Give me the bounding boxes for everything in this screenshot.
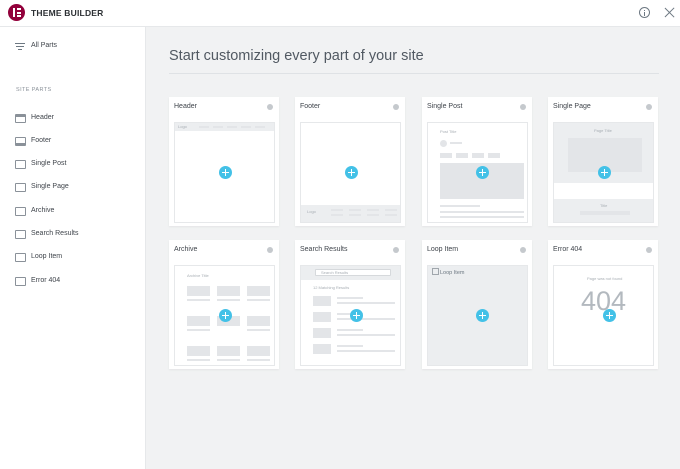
thumb-text: Search Results <box>321 270 349 275</box>
error-404-icon <box>15 277 26 286</box>
add-footer-icon[interactable] <box>345 166 358 179</box>
broken-image-icon: Loop Item <box>432 268 464 276</box>
card-title: Archive <box>174 246 198 253</box>
card-title: Single Page <box>553 103 591 110</box>
add-single-post-icon[interactable] <box>476 166 489 179</box>
top-bar: THEME BUILDER <box>0 0 680 27</box>
close-icon[interactable] <box>664 7 675 18</box>
sidebar-item-label: Archive <box>31 207 55 214</box>
add-header-icon[interactable] <box>219 166 232 179</box>
divider <box>169 73 659 74</box>
thumb-text: Post Title <box>440 129 457 134</box>
thumb-text: Logo <box>307 209 316 214</box>
sidebar-item-error-404[interactable]: Error 404 <box>0 273 146 291</box>
card-thumbnail: Archive Title <box>174 265 275 366</box>
info-dot-icon[interactable] <box>646 104 652 110</box>
sidebar-item-label: Loop Item <box>31 253 63 260</box>
card-title: Loop Item <box>427 246 459 253</box>
thumb-text: Page Title <box>594 128 612 133</box>
thumb-text: 12 Matching Results <box>313 285 350 290</box>
info-dot-icon[interactable] <box>267 247 273 253</box>
sidebar-item-footer[interactable]: Footer <box>0 133 146 151</box>
archive-icon <box>15 207 26 216</box>
header-template-icon <box>15 114 26 123</box>
add-loop-item-icon[interactable] <box>476 309 489 322</box>
sidebar-item-loop-item[interactable]: Loop Item <box>0 249 146 267</box>
card-thumbnail: Logo <box>300 122 401 223</box>
card-thumbnail: Page Title Title <box>553 122 654 223</box>
single-page-icon <box>15 183 26 192</box>
card-title: Search Results <box>300 246 348 253</box>
sidebar-item-label: All Parts <box>31 42 58 49</box>
sidebar-item-all-parts[interactable]: All Parts <box>0 38 146 56</box>
card-single-post[interactable]: Single Post Post Title <box>422 97 532 226</box>
sidebar-item-label: Single Page <box>31 183 69 190</box>
card-thumbnail: Page was not found 404 <box>553 265 654 366</box>
sidebar-item-label: Search Results <box>31 230 79 237</box>
card-thumbnail: Search Results 12 Matching Results <box>300 265 401 366</box>
section-label: SITE PARTS <box>16 87 52 93</box>
elementor-logo-icon <box>8 4 25 21</box>
sidebar-item-single-page[interactable]: Single Page <box>0 179 146 197</box>
sidebar-item-header[interactable]: Header <box>0 110 146 128</box>
sidebar-item-label: Error 404 <box>31 277 61 284</box>
info-dot-icon[interactable] <box>646 247 652 253</box>
sidebar-item-search-results[interactable]: Search Results <box>0 226 146 244</box>
info-dot-icon[interactable] <box>520 247 526 253</box>
single-post-icon <box>15 160 26 169</box>
card-search-results[interactable]: Search Results Search Results 12 Matchin… <box>295 240 405 369</box>
card-error-404[interactable]: Error 404 Page was not found 404 <box>548 240 658 369</box>
filter-icon <box>15 42 26 51</box>
app-title: THEME BUILDER <box>31 8 104 18</box>
card-title: Header <box>174 103 197 110</box>
card-title: Single Post <box>427 103 463 110</box>
add-search-results-icon[interactable] <box>350 309 363 322</box>
thumb-text: Title <box>600 203 608 208</box>
sidebar-item-label: Single Post <box>31 160 67 167</box>
info-dot-icon[interactable] <box>393 247 399 253</box>
thumb-text: Logo <box>178 124 187 129</box>
search-results-icon <box>15 230 26 239</box>
card-archive[interactable]: Archive Archive Title <box>169 240 279 369</box>
card-title: Error 404 <box>553 246 583 253</box>
add-archive-icon[interactable] <box>219 309 232 322</box>
sidebar-item-label: Header <box>31 114 54 121</box>
sidebar: All Parts SITE PARTS Header Footer Singl… <box>0 27 146 469</box>
add-single-page-icon[interactable] <box>598 166 611 179</box>
card-thumbnail: Post Title <box>427 122 528 223</box>
card-footer[interactable]: Footer Logo <box>295 97 405 226</box>
sidebar-item-single-post[interactable]: Single Post <box>0 156 146 174</box>
card-thumbnail: Logo <box>174 122 275 223</box>
loop-item-icon <box>15 253 26 262</box>
card-thumbnail: Loop Item <box>427 265 528 366</box>
sidebar-item-label: Footer <box>31 137 52 144</box>
card-loop-item[interactable]: Loop Item Loop Item <box>422 240 532 369</box>
thumb-text: Archive Title <box>187 273 209 278</box>
page-title: Start customizing every part of your sit… <box>169 48 424 64</box>
info-dot-icon[interactable] <box>393 104 399 110</box>
card-title: Footer <box>300 103 321 110</box>
info-dot-icon[interactable] <box>267 104 273 110</box>
info-dot-icon[interactable] <box>520 104 526 110</box>
thumb-text: Page was not found <box>587 276 623 281</box>
card-single-page[interactable]: Single Page Page Title Title <box>548 97 658 226</box>
footer-template-icon <box>15 137 26 146</box>
info-icon[interactable] <box>639 7 650 18</box>
card-header[interactable]: Header Logo <box>169 97 279 226</box>
sidebar-item-archive[interactable]: Archive <box>0 203 146 221</box>
add-error-404-icon[interactable] <box>603 309 616 322</box>
